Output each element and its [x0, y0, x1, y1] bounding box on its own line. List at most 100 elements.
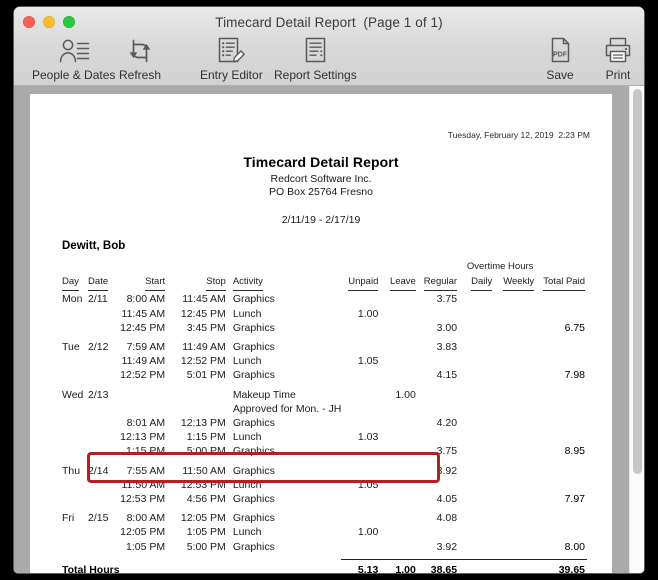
printer-icon: [602, 32, 634, 66]
column-header-date[interactable]: Date: [88, 275, 116, 292]
scrollbar-thumb[interactable]: [633, 89, 642, 474]
cell-date: [88, 416, 116, 430]
column-header-start[interactable]: Start: [116, 275, 175, 292]
cell-daily: [462, 307, 496, 321]
timecard-table: Overtime Hours Day Date Start Stop Activity Un…: [62, 260, 587, 573]
report-scroll-area[interactable]: Tuesday, February 12, 2019 2:23 PM Timec…: [14, 86, 644, 573]
column-header-weekly[interactable]: Weekly: [496, 275, 538, 292]
column-header-day[interactable]: Day: [62, 275, 88, 292]
cell-start: 8:00 AM: [126, 512, 166, 525]
toolbar-button-report-settings[interactable]: Report Settings: [274, 32, 357, 82]
cell-activity: Approved for Mon. - JH: [232, 402, 342, 415]
column-header-label: Date: [88, 275, 109, 292]
table-row[interactable]: 11:45 AM 12:45 PM Lunch 1.00: [62, 307, 587, 321]
cell-date: 2/15: [88, 512, 109, 525]
table-row[interactable]: Tue 2/12 7:59 AM 11:49 AM Graphics 3.83: [62, 340, 587, 354]
cell-unpaid: 1.05: [357, 355, 379, 368]
column-header-daily[interactable]: Daily: [462, 275, 496, 292]
cell-start: 11:50 AM: [121, 478, 166, 491]
cell-unpaid: [341, 388, 383, 402]
toolbar-label-entry-editor: Entry Editor: [200, 68, 263, 82]
cell-leave: [383, 292, 419, 306]
cell-leave: [383, 307, 419, 321]
cell-daily: [462, 444, 496, 458]
table-row[interactable]: Fri 2/15 8:00 AM 12:05 PM Graphics 4.08: [62, 511, 587, 525]
cell-stop: 5:01 PM: [186, 369, 226, 382]
cell-daily: [462, 292, 496, 306]
cell-weekly: [496, 307, 538, 321]
table-row[interactable]: 11:49 AM 12:52 PM Lunch 1.05: [62, 354, 587, 368]
cell-day: [62, 368, 88, 382]
cell-stop: 1:05 PM: [186, 526, 226, 539]
report-title: Timecard Detail Report: [243, 154, 399, 170]
table-row[interactable]: 11:50 AM 12:53 PM Lunch 1.05: [62, 478, 587, 492]
cell-date: [88, 478, 116, 492]
cell-regular: 4.08: [436, 512, 458, 525]
spacer-cell: [175, 260, 233, 275]
column-header-label: Activity: [232, 275, 263, 292]
pdf-document-icon: PDF: [546, 32, 574, 66]
spacer-cell: [341, 260, 383, 275]
cell-regular: 4.20: [436, 417, 458, 430]
cell-day: [62, 540, 88, 554]
cell-leave: [383, 525, 419, 539]
totals-regular: 38.65: [430, 563, 458, 573]
cell-unpaid: [341, 402, 383, 416]
cell-start: 7:59 AM: [126, 341, 166, 354]
column-header-unpaid[interactable]: Unpaid: [341, 275, 383, 292]
table-row[interactable]: 8:01 AM 12:13 PM Graphics 4.20: [62, 416, 587, 430]
cell-activity: Graphics: [232, 417, 275, 430]
cell-regular: [420, 525, 462, 539]
cell-total-paid: [538, 292, 587, 306]
cell-day: Tue: [62, 341, 80, 354]
column-header-label: Leave: [389, 275, 416, 292]
cell-date: [88, 402, 116, 416]
toolbar-button-print[interactable]: Print: [602, 32, 634, 82]
table-row[interactable]: 12:52 PM 5:01 PM Graphics 4.15 7.98: [62, 368, 587, 382]
cell-weekly: [496, 321, 538, 335]
table-row[interactable]: Approved for Mon. - JH: [62, 402, 587, 416]
cell-total-paid: [538, 430, 587, 444]
column-header-regular[interactable]: Regular: [420, 275, 462, 292]
window-title: Timecard Detail Report (Page 1 of 1): [215, 15, 443, 30]
report-date-range: 2/11/19 - 2/17/19: [281, 214, 361, 226]
cell-weekly: [496, 368, 538, 382]
toolbar-label-print: Print: [605, 68, 631, 82]
table-row[interactable]: 12:05 PM 1:05 PM Lunch 1.00: [62, 525, 587, 539]
toolbar-button-refresh[interactable]: Refresh: [119, 32, 161, 82]
spacer-cell: [62, 260, 88, 275]
table-row[interactable]: Thu 2/14 7:55 AM 11:50 AM Graphics 3.92: [62, 464, 587, 478]
table-row[interactable]: 12:53 PM 4:56 PM Graphics 4.05 7.97: [62, 492, 587, 506]
cell-start: 1:05 PM: [126, 540, 166, 553]
spacer-cell: [88, 260, 116, 275]
cell-day: Thu: [62, 464, 81, 477]
toolbar-label-report-settings: Report Settings: [274, 68, 357, 82]
toolbar-button-people-and-dates[interactable]: People & Dates: [32, 32, 115, 82]
table-row[interactable]: 12:13 PM 1:15 PM Lunch 1.03: [62, 430, 587, 444]
cell-start: 12:45 PM: [120, 321, 166, 334]
toolbar-button-entry-editor[interactable]: Entry Editor: [200, 32, 263, 82]
column-header-activity[interactable]: Activity: [232, 275, 342, 292]
table-row[interactable]: 1:15 PM 5:00 PM Graphics 3.75 8.95: [62, 444, 587, 458]
cell-total-paid: 7.97: [564, 493, 585, 506]
cell-day: [62, 354, 88, 368]
column-header-total-paid[interactable]: Total Paid: [538, 275, 587, 292]
table-row[interactable]: Mon 2/11 8:00 AM 11:45 AM Graphics 3.75: [62, 292, 587, 306]
cell-day: [62, 402, 88, 416]
timecard-detail-report: Tuesday, February 12, 2019 2:23 PM Timec…: [30, 94, 612, 573]
table-row[interactable]: 1:05 PM 5:00 PM Graphics 3.92 8.00: [62, 540, 587, 554]
table-row[interactable]: Wed 2/13 Makeup Time 1.00: [62, 388, 587, 402]
cell-weekly: [496, 478, 538, 492]
cell-date: [88, 307, 116, 321]
column-header-leave[interactable]: Leave: [383, 275, 419, 292]
cell-day: [62, 525, 88, 539]
cell-total-paid: 8.95: [564, 445, 585, 458]
cell-activity: Graphics: [232, 512, 275, 525]
report-address: PO Box 25764 Fresno: [269, 186, 373, 198]
cell-leave: [383, 478, 419, 492]
column-header-label: Regular: [423, 275, 458, 292]
vertical-scrollbar[interactable]: [629, 86, 644, 573]
toolbar-button-save[interactable]: PDF Save: [546, 32, 574, 82]
table-row[interactable]: 12:45 PM 3:45 PM Graphics 3.00 6.75: [62, 321, 587, 335]
column-header-stop[interactable]: Stop: [175, 275, 233, 292]
